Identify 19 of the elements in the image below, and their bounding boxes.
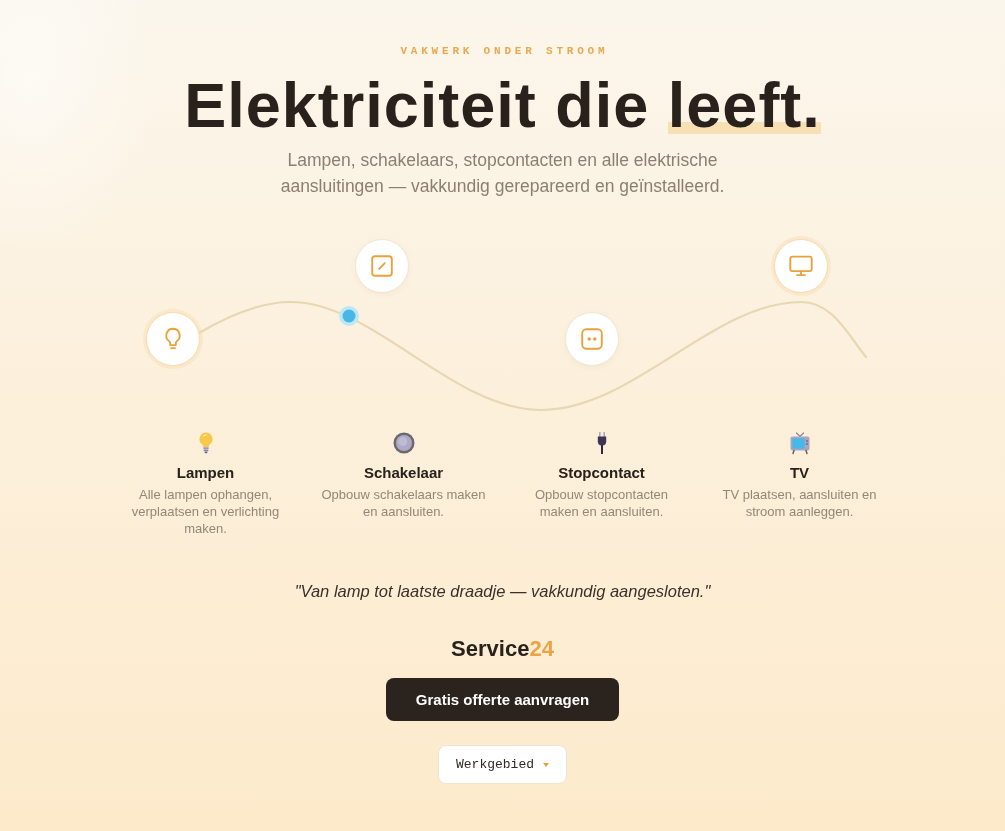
radio-button-icon bbox=[391, 431, 416, 455]
service-title: TV bbox=[789, 463, 810, 483]
service-description: Opbouw schakelaars maken en aansluiten. bbox=[320, 486, 487, 520]
service-title: Schakelaar bbox=[363, 463, 444, 483]
headline: Elektriciteit die leeft. bbox=[184, 70, 821, 140]
service-description: Alle lampen ophangen, verplaatsen en verlichting maken. bbox=[130, 486, 281, 537]
quote: "Van lamp tot laatste draadje — vakkundig aangesloten." bbox=[294, 581, 711, 602]
area-dropdown[interactable]: Werkgebied bbox=[438, 745, 567, 784]
service-title: Stopcontact bbox=[558, 463, 645, 483]
caret-icon bbox=[543, 762, 549, 767]
service-title: Lampen bbox=[176, 463, 235, 483]
quote-request-button[interactable]: Gratis offerte aanvragen bbox=[385, 678, 620, 721]
pulse-dot-icon bbox=[338, 306, 359, 326]
eyebrow-label: VAKWERK ONDER STROOM bbox=[399, 44, 609, 59]
service-description: Opbouw stopcontacten maken en aansluiten. bbox=[534, 486, 669, 520]
service-description: TV plaatsen, aansluiten en stroom aanleggen. bbox=[721, 486, 878, 520]
brand-logo: Service24 bbox=[451, 637, 554, 661]
subtitle: Lampen, schakelaars, stopcontacten en alle elektrische aansluitingen — vakkundig gerepareerd en geïnstalleerd. bbox=[279, 149, 726, 198]
television-icon bbox=[787, 431, 812, 455]
